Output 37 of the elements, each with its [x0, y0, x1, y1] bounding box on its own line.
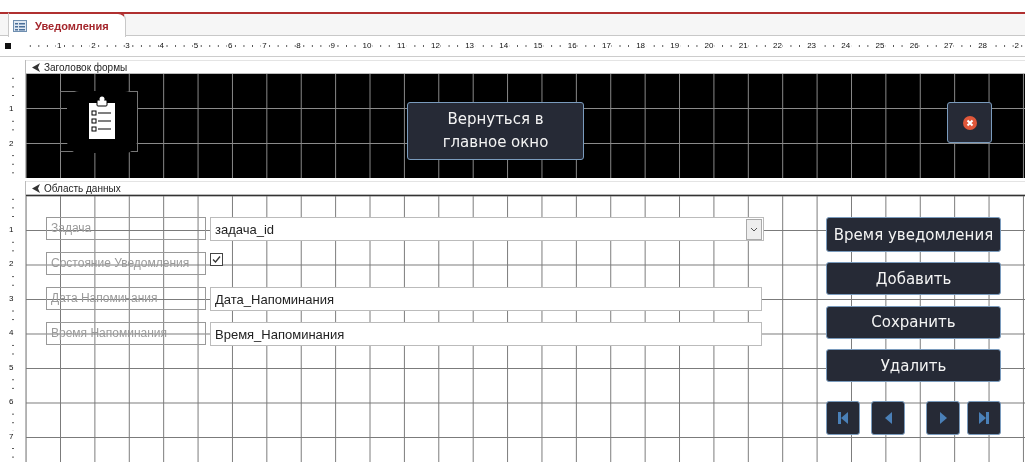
section-title: Область данных [44, 182, 121, 194]
action-button[interactable]: Время уведомления [826, 217, 1001, 252]
previous-record-icon [884, 412, 892, 424]
ruler-number: 6 [8, 396, 15, 407]
action-button[interactable]: Удалить [826, 349, 1001, 382]
form-icon [13, 19, 27, 32]
record-navigation-button[interactable] [967, 401, 1001, 435]
ruler-number: 3 [8, 292, 15, 304]
image-control[interactable] [60, 91, 138, 152]
record-navigation-button[interactable] [926, 401, 960, 435]
checkbox[interactable] [210, 253, 223, 266]
ruler-number: 4 [8, 327, 15, 338]
close-icon [962, 115, 977, 130]
record-navigation-button[interactable] [871, 401, 905, 435]
last-record-icon [979, 412, 989, 424]
close-button[interactable] [947, 102, 992, 143]
text-field[interactable]: Время_Напоминания [210, 322, 762, 346]
ruler-number: 2 [8, 138, 15, 149]
ruler-number: 5 [8, 361, 15, 373]
section-title: Заголовок формы [44, 61, 128, 73]
ruler-number: 7 [8, 430, 15, 442]
first-record-icon [838, 412, 848, 424]
next-record-icon [939, 412, 947, 424]
section-bar[interactable]: Заголовок формы [26, 60, 1025, 74]
ruler-number: 1 [8, 103, 15, 114]
ruler-number: 1 [8, 223, 15, 235]
section-bar[interactable]: Область данных [26, 181, 1025, 195]
record-navigation-button[interactable] [826, 401, 860, 435]
text-field[interactable]: Дата_Напоминания [210, 287, 762, 311]
combo-box[interactable]: задача_id [210, 217, 764, 241]
section-arrow-icon [32, 183, 41, 193]
action-button[interactable]: Добавить [826, 262, 1001, 295]
document-tab[interactable]: Уведомления [8, 12, 126, 37]
section-arrow-icon [32, 62, 41, 72]
action-button[interactable]: Сохранить [826, 305, 1001, 339]
back-to-main-button[interactable]: Вернуться в главное окно [407, 102, 584, 160]
ruler-number: 2 [8, 258, 15, 269]
